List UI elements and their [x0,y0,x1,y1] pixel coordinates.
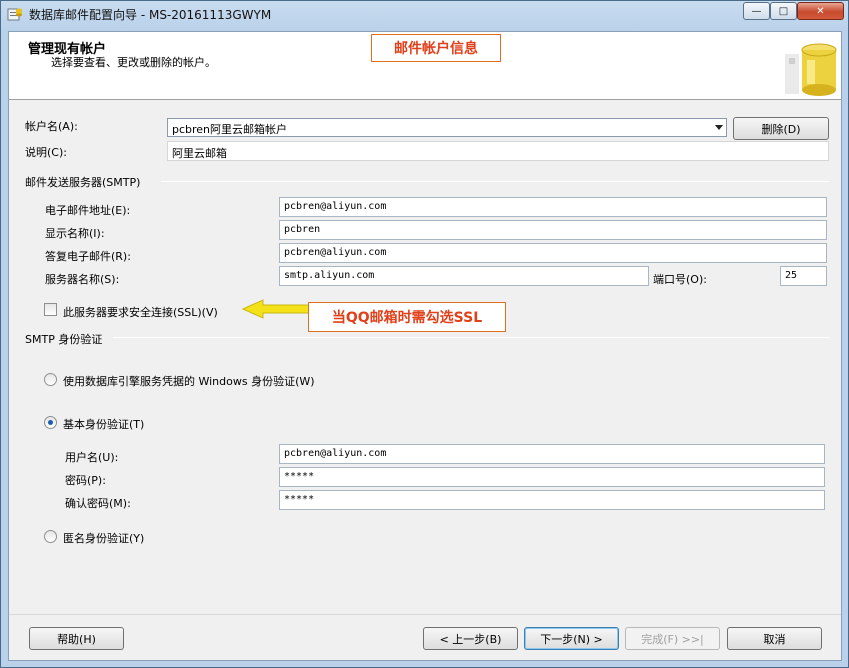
chevron-down-icon [715,125,723,130]
title-bar: 数据库邮件配置向导 - MS-20161113GWYM — □ ✕ [1,1,848,27]
account-name-label: 帐户名(A): [25,120,78,133]
finish-button[interactable]: 完成(F) >>| [625,627,720,650]
email-address-field[interactable]: pcbren@aliyun.com [279,197,827,217]
port-field[interactable]: 25 [780,266,827,286]
next-button[interactable]: 下一步(N) > [524,627,619,650]
delete-button[interactable]: 删除(D) [733,117,829,140]
header-callout: 邮件帐户信息 [371,34,501,62]
cancel-button[interactable]: 取消 [727,627,822,650]
username-field[interactable]: pcbren@aliyun.com [279,444,825,464]
basic-auth-radio[interactable] [44,416,57,429]
auth-group-divider [113,337,829,338]
wizard-window: 数据库邮件配置向导 - MS-20161113GWYM — □ ✕ 管理现有帐户… [0,0,849,668]
maximize-button[interactable]: □ [770,2,797,20]
server-name-field[interactable]: smtp.aliyun.com [279,266,649,286]
account-name-dropdown[interactable]: pcbren阿里云邮箱帐户 [167,118,727,137]
account-name-value: pcbren阿里云邮箱帐户 [172,123,288,136]
database-mail-art-icon [785,43,837,96]
password-field[interactable]: ***** [279,467,825,487]
description-label: 说明(C): [25,146,67,159]
reply-email-label: 答复电子邮件(R): [45,250,131,263]
windows-auth-radio[interactable] [44,373,57,386]
password-label: 密码(P): [65,474,106,487]
port-label: 端口号(O): [653,273,707,286]
anonymous-auth-radio[interactable] [44,530,57,543]
windows-auth-label[interactable]: 使用数据库引擎服务凭据的 Windows 身份验证(W) [63,373,315,389]
username-label: 用户名(U): [65,451,119,464]
auth-group-label: SMTP 身份验证 [25,333,103,346]
display-name-field[interactable]: pcbren [279,220,827,240]
ssl-checkbox[interactable] [44,303,57,316]
ssl-label[interactable]: 此服务器要求安全连接(SSL)(V) [63,304,218,320]
server-name-label: 服务器名称(S): [45,273,120,286]
smtp-group-label: 邮件发送服务器(SMTP) [25,176,141,189]
confirm-password-field[interactable]: ***** [279,490,825,510]
window-title: 数据库邮件配置向导 - MS-20161113GWYM [29,8,272,22]
minimize-button[interactable]: — [743,2,770,20]
close-button[interactable]: ✕ [797,2,844,20]
display-name-label: 显示名称(I): [45,227,105,240]
help-button[interactable]: 帮助(H) [29,627,124,650]
database-mail-icon [7,8,22,21]
confirm-password-label: 确认密码(M): [65,497,131,510]
reply-email-field[interactable]: pcbren@aliyun.com [279,243,827,263]
page-subtitle: 选择要查看、更改或删除的帐户。 [51,56,216,69]
callout-arrow-icon [241,299,310,319]
description-field[interactable]: 阿里云邮箱 [167,141,829,161]
wizard-client: 管理现有帐户 选择要查看、更改或删除的帐户。 邮件帐户信息 帐户名(A): pc… [8,31,842,661]
footer-divider [9,614,841,615]
email-address-label: 电子邮件地址(E): [45,204,131,217]
smtp-group-divider [161,181,829,182]
basic-auth-label[interactable]: 基本身份验证(T) [63,416,144,432]
ssl-callout: 当QQ邮箱时需勾选SSL [308,302,506,332]
anonymous-auth-label[interactable]: 匿名身份验证(Y) [63,530,144,546]
back-button[interactable]: < 上一步(B) [423,627,518,650]
wizard-header: 管理现有帐户 选择要查看、更改或删除的帐户。 邮件帐户信息 [9,32,841,100]
